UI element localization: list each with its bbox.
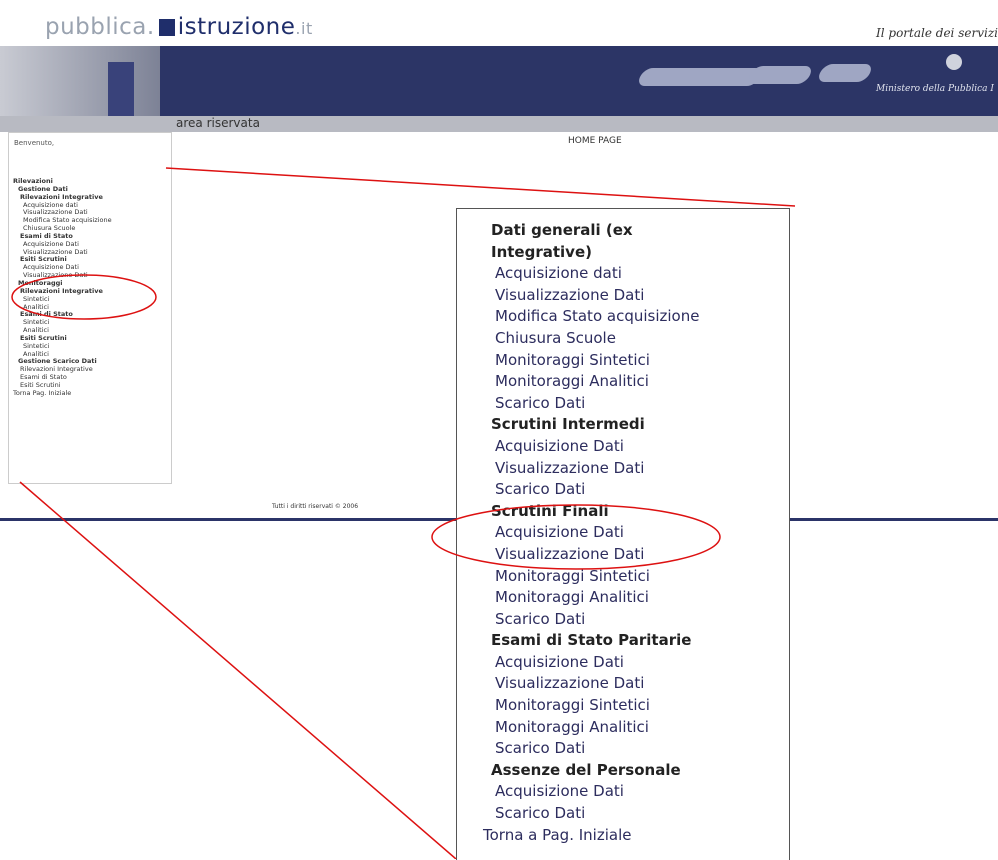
callout-line-bottom bbox=[19, 481, 457, 859]
highlight-ellipse-small bbox=[11, 274, 157, 320]
highlight-ellipse-large bbox=[431, 504, 721, 570]
callout-line-top bbox=[165, 167, 796, 207]
annotation-overlay bbox=[11, 167, 796, 859]
